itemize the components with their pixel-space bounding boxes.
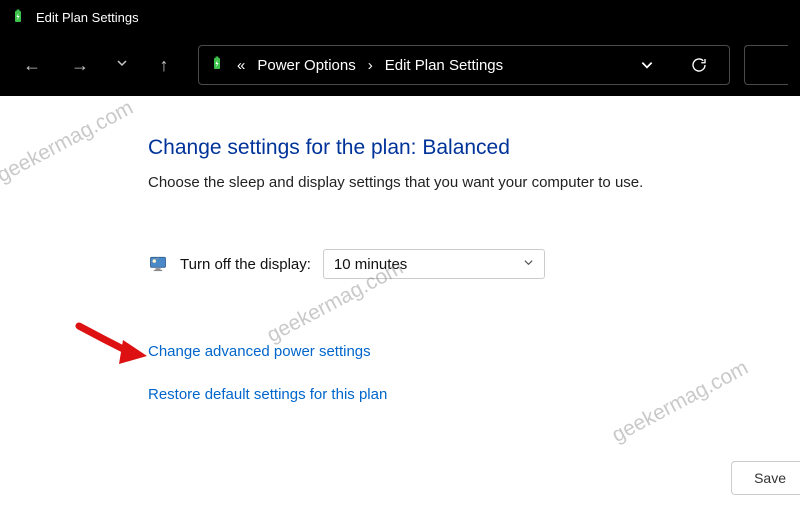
search-input[interactable] <box>744 45 788 85</box>
breadcrumb-dropdown[interactable] <box>629 58 665 72</box>
up-button[interactable]: ↑ <box>144 45 184 85</box>
breadcrumb-prefix: « <box>235 57 247 74</box>
display-timeout-label: Turn off the display: <box>180 256 311 273</box>
battery-icon <box>209 55 225 75</box>
breadcrumb-separator-icon: › <box>366 57 375 74</box>
refresh-button[interactable] <box>679 45 719 85</box>
arrow-up-icon: ↑ <box>160 55 169 76</box>
restore-defaults-link[interactable]: Restore default settings for this plan <box>148 386 800 403</box>
arrow-left-icon: ← <box>23 55 41 76</box>
refresh-icon <box>690 56 708 74</box>
main-content: Change settings for the plan: Balanced C… <box>0 96 800 403</box>
display-timeout-value: 10 minutes <box>334 256 407 273</box>
chevron-down-icon <box>116 56 128 74</box>
arrow-right-icon: → <box>71 55 89 76</box>
battery-icon <box>10 8 26 27</box>
monitor-icon <box>148 254 168 274</box>
page-subtitle: Choose the sleep and display settings th… <box>148 174 800 191</box>
display-timeout-select[interactable]: 10 minutes <box>323 249 545 279</box>
save-button[interactable]: Save <box>731 461 800 495</box>
breadcrumb-item-edit-plan[interactable]: Edit Plan Settings <box>385 57 503 74</box>
back-button[interactable]: ← <box>12 45 52 85</box>
advanced-power-settings-link[interactable]: Change advanced power settings <box>148 343 800 360</box>
display-timeout-row: Turn off the display: 10 minutes <box>148 249 800 279</box>
title-bar: Edit Plan Settings <box>0 0 800 34</box>
chevron-down-icon <box>640 58 654 72</box>
breadcrumb[interactable]: « Power Options › Edit Plan Settings <box>198 45 730 85</box>
forward-button[interactable]: → <box>60 45 100 85</box>
navigation-bar: ← → ↑ « Power Options › Edit Plan Settin… <box>0 34 800 96</box>
save-button-label: Save <box>754 470 786 486</box>
chevron-down-icon <box>523 257 534 271</box>
page-title: Change settings for the plan: Balanced <box>148 136 800 160</box>
recent-locations-button[interactable] <box>108 45 136 85</box>
window-title: Edit Plan Settings <box>36 10 139 25</box>
breadcrumb-item-power-options[interactable]: Power Options <box>257 57 355 74</box>
